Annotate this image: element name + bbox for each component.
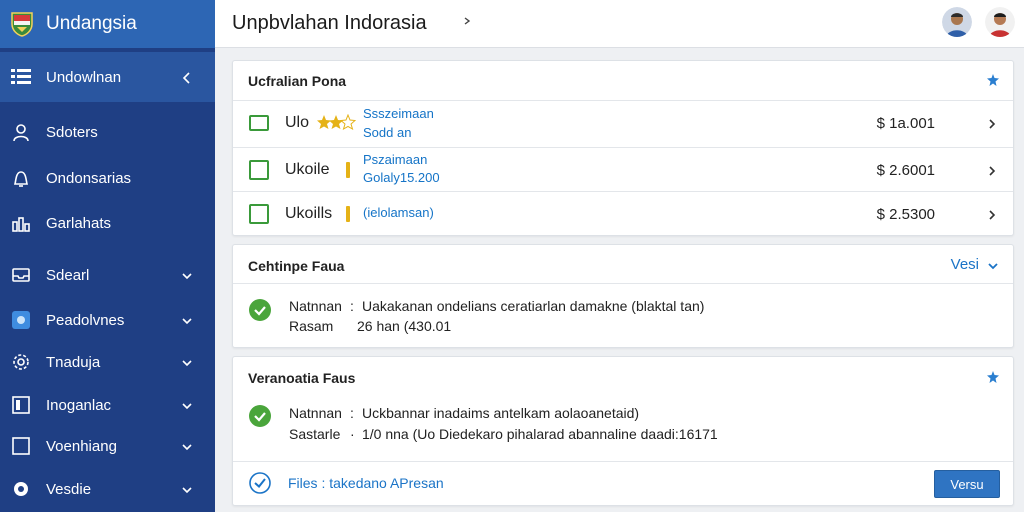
row-subtitle: Ssszeimaan xyxy=(363,106,434,121)
submit-button[interactable]: Versu xyxy=(934,470,1000,498)
card-title: Cehtinpe Faua xyxy=(248,258,345,274)
success-check-icon xyxy=(249,405,271,427)
users-icon xyxy=(10,121,32,143)
detail-separator: : xyxy=(350,405,354,421)
verification-card: Veranoatia Faus Natnnan : Uckbannar inad… xyxy=(232,356,1014,506)
chevron-right-icon[interactable] xyxy=(988,208,996,220)
brand-bar: Undangsia xyxy=(0,0,215,48)
card-action-link[interactable]: Vesi xyxy=(951,256,979,273)
chevron-down-icon[interactable] xyxy=(181,483,193,495)
star-icon[interactable] xyxy=(987,370,999,383)
row-subtitle: Pszaimaan xyxy=(363,152,428,167)
row-detail: Sodd an xyxy=(363,125,412,140)
inbox-icon xyxy=(10,264,32,286)
document-icon xyxy=(249,115,269,131)
layout-icon xyxy=(10,394,32,416)
detail-value: 1/0 nna (Uo Diedekaro pihalarad abannali… xyxy=(362,426,718,442)
chevron-right-icon[interactable] xyxy=(988,117,996,129)
details-card: Cehtinpe Faua Vesi Natnnan : Uakakanan o… xyxy=(232,244,1014,348)
sidebar-item-sdoters[interactable]: Sdoters xyxy=(0,112,215,152)
detail-separator: · xyxy=(350,426,355,442)
star-icon[interactable] xyxy=(987,73,999,86)
sidebar-item-label: Inoganlac xyxy=(46,396,112,414)
row-name: Ulo xyxy=(285,114,310,131)
sidebar-item-tnaduja[interactable]: Tnaduja xyxy=(0,342,215,382)
detail-value: 26 han (430.01 xyxy=(357,318,452,334)
success-check-icon xyxy=(249,299,271,321)
sidebar-item-garlahats[interactable]: Garlahats xyxy=(0,203,215,243)
document-icon xyxy=(249,160,269,180)
sidebar-item-ondonsarias[interactable]: Ondonsarias xyxy=(0,158,215,198)
detail-value: Uckbannar inadaims antelkam aolaoanetaid… xyxy=(362,405,640,421)
row-amount: $ 1a.001 xyxy=(876,115,935,132)
table-row[interactable]: Ulo Ssszeimaan Sodd an $ 1a.001 xyxy=(233,100,1013,144)
status-marker xyxy=(346,162,350,178)
card-title: Ucfralian Pona xyxy=(248,73,347,89)
detail-label: Natnnan xyxy=(289,298,342,314)
chevron-down-icon[interactable] xyxy=(987,259,999,277)
row-name: Ukoile xyxy=(285,161,330,178)
avatar[interactable] xyxy=(985,7,1015,37)
rating-stars-icon xyxy=(316,113,357,137)
status-marker xyxy=(346,206,350,222)
sidebar-item-label: Undowlnan xyxy=(46,68,122,86)
grid-icon xyxy=(10,66,32,88)
row-detail: Golaly15.200 xyxy=(363,170,440,185)
sidebar-item-sdearl[interactable]: Sdearl xyxy=(0,255,215,295)
detail-label: Natnnan xyxy=(289,405,342,421)
page-title: Unpbvlahan Indorasia xyxy=(232,12,427,34)
sidebar-item-vesdie[interactable]: Vesdie xyxy=(0,469,215,509)
top-header: Unpbvlahan Indorasia xyxy=(215,0,1024,48)
chevron-down-icon[interactable] xyxy=(181,314,193,326)
check-circle-icon xyxy=(249,472,271,499)
gear-icon xyxy=(10,478,32,500)
row-subtitle: (ielolamsan) xyxy=(363,205,434,220)
sidebar-item-label: Vesdie xyxy=(46,480,92,498)
table-row[interactable]: Ukoile Pszaimaan Golaly15.200 $ 2.6001 xyxy=(233,147,1013,191)
divider xyxy=(233,461,1013,462)
sidebar-item-label: Peadolvnes xyxy=(46,311,125,329)
sidebar-item-inoganlac[interactable]: Inoganlac xyxy=(0,385,215,425)
bell-icon xyxy=(10,167,32,189)
sidebar-item-label: Garlahats xyxy=(46,214,112,232)
detail-value: Uakakanan ondelians ceratiarlan damakne … xyxy=(362,298,705,314)
chart-icon xyxy=(10,212,32,234)
sidebar-item-label: Sdearl xyxy=(46,266,90,284)
sidebar-item-label: Tnaduja xyxy=(46,353,101,371)
sidebar-item-undowlnan[interactable]: Undowlnan xyxy=(0,52,215,102)
table-row[interactable]: Ukoills (ielolamsan) $ 2.5300 xyxy=(233,191,1013,235)
square-icon xyxy=(10,435,32,457)
payments-card: Ucfralian Pona Ulo Ssszeimaan Sodd an $ … xyxy=(232,60,1014,236)
row-name: Ukoills xyxy=(285,205,333,222)
chevron-down-icon[interactable] xyxy=(181,356,193,368)
sidebar-item-label: Ondonsarias xyxy=(46,169,132,187)
sidebar: Undangsia Undowlnan Sdoters Ondonsarias … xyxy=(0,0,215,512)
card-title: Veranoatia Faus xyxy=(248,370,356,386)
sidebar-item-peadolvnes[interactable]: Peadolvnes xyxy=(0,300,215,340)
brand-name[interactable]: Undangsia xyxy=(46,13,137,35)
row-amount: $ 2.5300 xyxy=(876,206,935,223)
settings-icon xyxy=(10,351,32,373)
divider xyxy=(233,283,1013,284)
row-amount: $ 2.6001 xyxy=(876,162,935,179)
detail-separator: : xyxy=(350,298,354,314)
chevron-down-icon[interactable] xyxy=(181,440,193,452)
cursor-caret-icon xyxy=(462,14,472,28)
chevron-right-icon[interactable] xyxy=(988,164,996,176)
emblem-icon xyxy=(8,10,36,38)
shield-icon xyxy=(249,204,269,224)
sidebar-item-label: Voenhiang xyxy=(46,437,117,455)
chevron-left-icon[interactable] xyxy=(181,71,193,84)
detail-label: Rasam xyxy=(289,318,334,334)
files-link[interactable]: Files : takedano APresan xyxy=(288,475,444,491)
chevron-down-icon[interactable] xyxy=(181,399,193,411)
detail-label: Sastarle xyxy=(289,426,341,442)
avatar[interactable] xyxy=(942,7,972,37)
sidebar-item-voenhiang[interactable]: Voenhiang xyxy=(0,426,215,466)
chevron-down-icon[interactable] xyxy=(181,269,193,281)
sidebar-item-label: Sdoters xyxy=(46,123,98,141)
app-icon xyxy=(10,309,32,331)
